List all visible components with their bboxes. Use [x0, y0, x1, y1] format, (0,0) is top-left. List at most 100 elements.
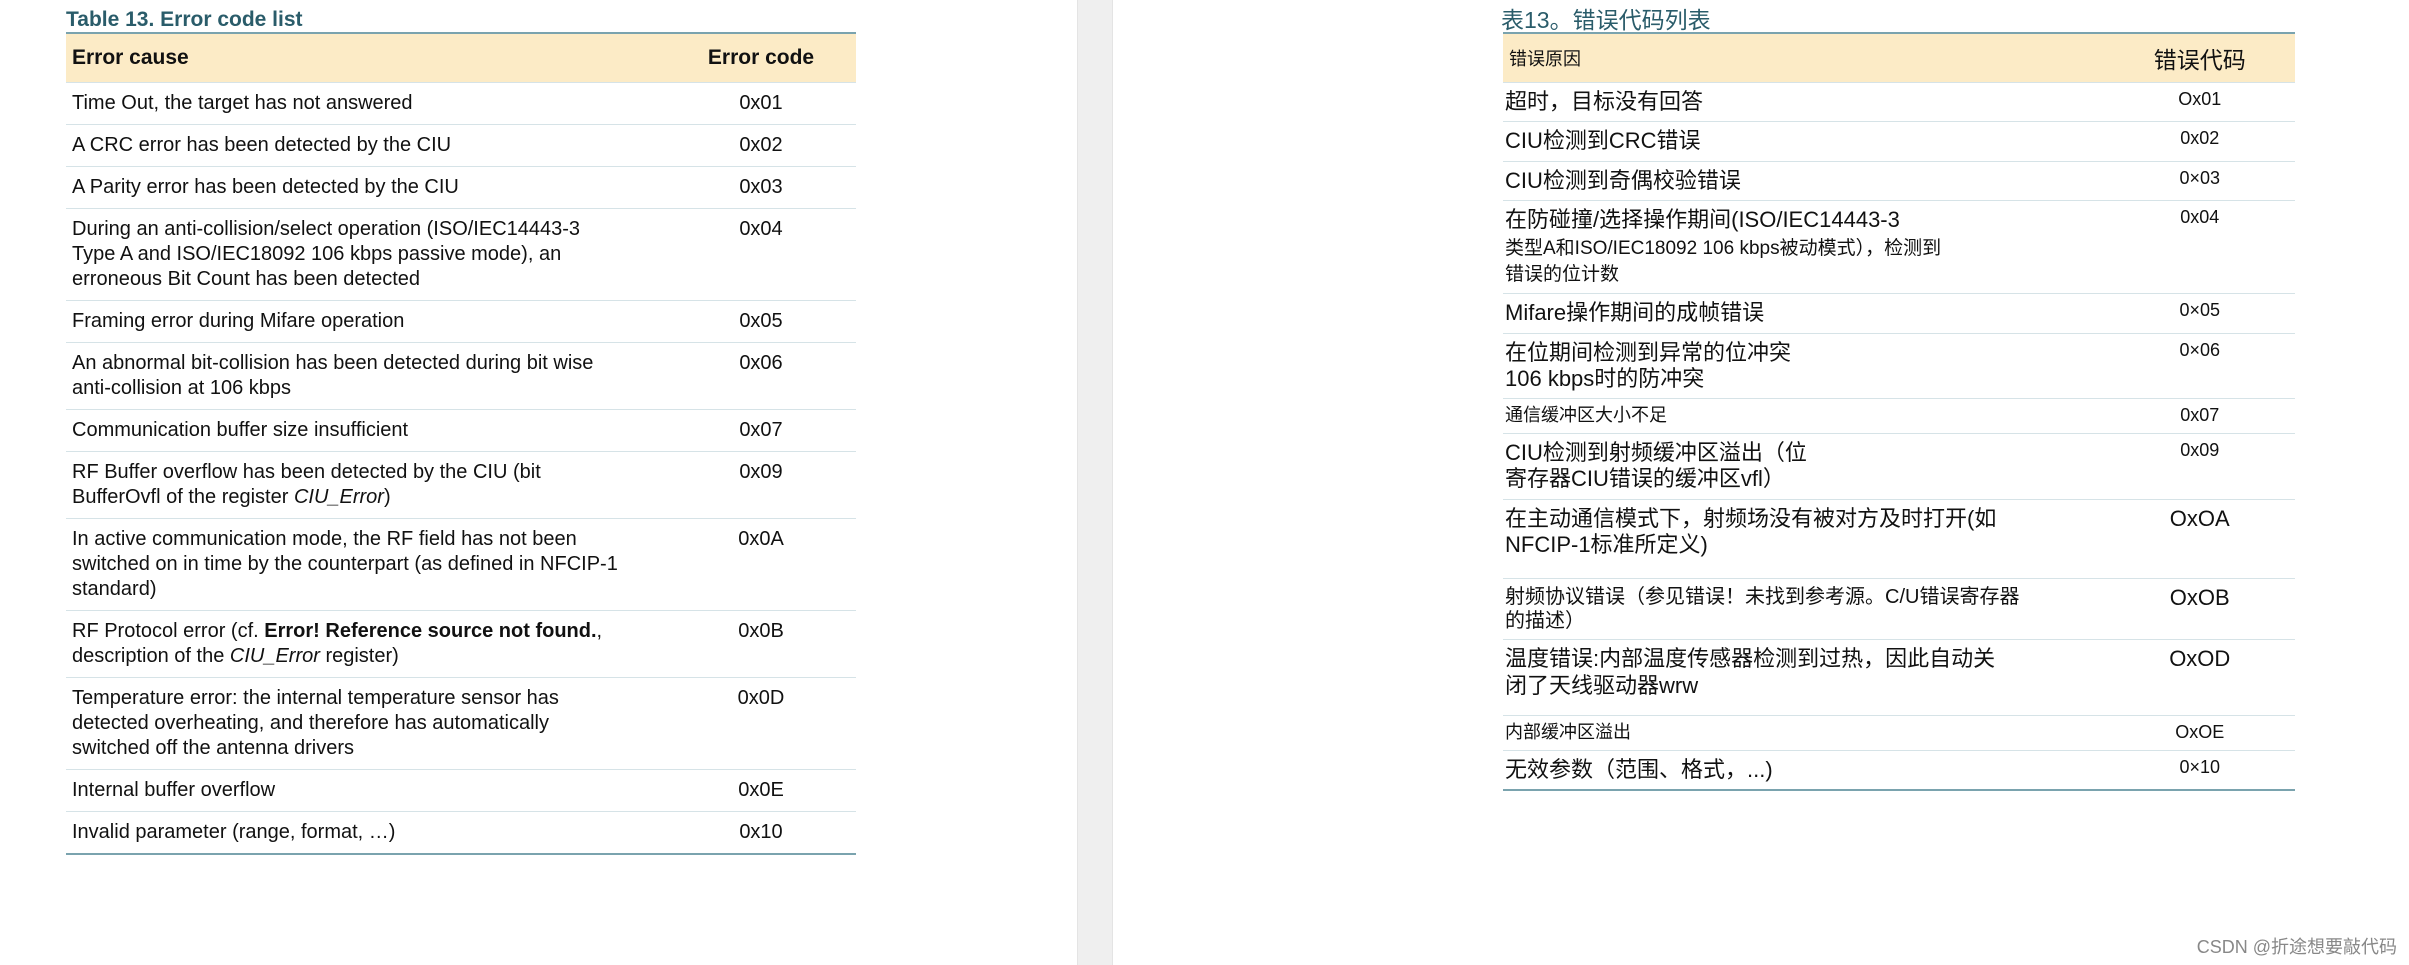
- table-title: Table 13. Error code list: [66, 8, 303, 31]
- cause-text: description of the: [72, 645, 230, 667]
- table-row: 在防碰撞/选择操作期间(ISO/IEC14443-3 类型A和ISO/IEC18…: [1503, 200, 2295, 294]
- error-code-table: 错误原因 错误代码 超时，目标没有回答 Ox01 CIU检测到CRC错误 0x0…: [1503, 32, 2295, 792]
- error-cause: 通信缓冲区大小不足: [1503, 398, 2105, 434]
- table-row: RF Protocol error (cf. Error! Reference …: [66, 610, 856, 678]
- cause-line: switched off the antenna drivers: [72, 737, 355, 759]
- table-row: 温度错误:内部温度传感器检测到过热，因此自动关 闭了天线驱动器wrw OxOD: [1503, 639, 2295, 716]
- cause-line: NFCIP-1标准所定义): [1505, 532, 1708, 558]
- cause-line: 射频协议错误（参见错误！未找到参考源。C/U错误寄存器: [1505, 586, 2020, 609]
- table-header-row: 错误原因 错误代码: [1503, 32, 2295, 83]
- cause-text: RF Buffer overflow has been detected by …: [72, 461, 541, 483]
- cause-line: 在主动通信模式下，射频场没有被对方及时打开(如: [1505, 505, 1997, 531]
- cause-text: ,: [596, 620, 603, 642]
- table-row: Internal buffer overflow 0x0E: [66, 769, 856, 812]
- error-cause: Communication buffer size insufficient: [66, 409, 666, 452]
- error-code: 0×10: [2104, 749, 2295, 792]
- error-code: 0x05: [666, 300, 856, 343]
- header-error-code: 错误代码: [2104, 32, 2295, 83]
- table-row: During an anti-collision/select operatio…: [66, 208, 856, 301]
- cause-line: 类型A和ISO/IEC18092 106 kbps被动模式），检测到: [1505, 237, 1942, 259]
- error-code: 0x0A: [666, 518, 856, 611]
- error-cause: 射频协议错误（参见错误！未找到参考源。C/U错误寄存器 的描述）: [1503, 578, 2105, 640]
- table-row: 内部缓冲区溢出 OxOE: [1503, 715, 2295, 751]
- error-code: 0×03: [2104, 160, 2295, 201]
- error-cause: 在位期间检测到异常的位冲突 106 kbps时的防冲突: [1503, 332, 2105, 399]
- error-code: OxOD: [2104, 639, 2295, 716]
- error-cause: During an anti-collision/select operatio…: [66, 208, 666, 301]
- error-cause: CIU检测到CRC错误: [1503, 121, 2105, 162]
- error-code: 0×06: [2104, 332, 2295, 399]
- error-code: OxOE: [2104, 715, 2295, 751]
- table-row: Time Out, the target has not answered 0x…: [66, 82, 856, 125]
- error-code: 0x0D: [666, 677, 856, 770]
- error-code: 0x04: [666, 208, 856, 301]
- table-row: CIU检测到CRC错误 0x02: [1503, 121, 2295, 162]
- cause-line: During an anti-collision/select operatio…: [72, 218, 581, 240]
- error-cause: 无效参数（范围、格式，...): [1503, 749, 2105, 792]
- cause-line: standard): [72, 578, 157, 600]
- cause-line: erroneous Bit Count has been detected: [72, 268, 421, 290]
- table-header-row: Error cause Error code: [66, 32, 856, 83]
- register-name: CIU_Error: [229, 645, 320, 667]
- error-code: 0x10: [666, 811, 856, 855]
- error-code: OxOB: [2104, 578, 2295, 640]
- cause-line: 错误的位计数: [1505, 264, 1620, 286]
- cause-line: anti-collision at 106 kbps: [72, 377, 292, 399]
- english-error-table-panel: Table 13. Error code list Error cause Er…: [66, 0, 856, 855]
- cause-line: 106 kbps时的防冲突: [1505, 365, 1705, 391]
- cause-line: An abnormal bit-collision has been detec…: [72, 352, 594, 374]
- cause-line: 的描述）: [1505, 610, 1585, 633]
- error-code-table: Error cause Error code Time Out, the tar…: [66, 32, 856, 855]
- error-code: Ox01: [2104, 81, 2295, 122]
- table-row: Mifare操作期间的成帧错误 0×05: [1503, 293, 2295, 334]
- error-cause: A Parity error has been detected by the …: [66, 166, 666, 209]
- table-title: 表13。错误代码列表: [1501, 7, 1711, 33]
- cause-line: 在位期间检测到异常的位冲突: [1505, 339, 1792, 365]
- error-cause: Time Out, the target has not answered: [66, 82, 666, 125]
- error-code: 0x0E: [666, 769, 856, 812]
- error-code: 0x06: [666, 342, 856, 410]
- table-row: Invalid parameter (range, format, …) 0x1…: [66, 811, 856, 855]
- error-cause: Temperature error: the internal temperat…: [66, 677, 666, 770]
- error-code: 0x04: [2104, 200, 2295, 294]
- cause-line: switched on in time by the counterpart (…: [72, 553, 618, 575]
- reference-error-text: Error! Reference source not found.: [264, 620, 597, 642]
- error-cause: RF Buffer overflow has been detected by …: [66, 451, 666, 519]
- table-row: A CRC error has been detected by the CIU…: [66, 124, 856, 167]
- error-cause: In active communication mode, the RF fie…: [66, 518, 666, 611]
- cause-line: detected overheating, and therefore has …: [72, 712, 549, 734]
- table-row: CIU检测到奇偶校验错误 0×03: [1503, 160, 2295, 201]
- error-cause: A CRC error has been detected by the CIU: [66, 124, 666, 167]
- register-name: CIU_Error: [293, 486, 384, 508]
- error-cause: CIU检测到射频缓冲区溢出（位 寄存器CIU错误的缓冲区vfl）: [1503, 432, 2105, 500]
- error-code: 0x03: [666, 166, 856, 209]
- cause-text: BufferOvfl of the register: [72, 486, 294, 508]
- table-row: A Parity error has been detected by the …: [66, 166, 856, 209]
- error-cause: Internal buffer overflow: [66, 769, 666, 812]
- table-row: 射频协议错误（参见错误！未找到参考源。C/U错误寄存器 的描述） OxOB: [1503, 578, 2295, 640]
- cause-text: RF Protocol error (cf.: [72, 620, 265, 642]
- error-code: OxOA: [2104, 498, 2295, 579]
- error-cause: An abnormal bit-collision has been detec…: [66, 342, 666, 410]
- cause-line: In active communication mode, the RF fie…: [72, 528, 577, 550]
- table-row: 超时，目标没有回答 Ox01: [1503, 81, 2295, 122]
- cause-line: 温度错误:内部温度传感器检测到过热，因此自动关: [1505, 646, 1996, 672]
- table-row: 在位期间检测到异常的位冲突 106 kbps时的防冲突 0×06: [1503, 332, 2295, 399]
- error-code: 0x09: [2104, 432, 2295, 500]
- error-cause: Mifare操作期间的成帧错误: [1503, 293, 2105, 334]
- cause-line: CIU检测到射频缓冲区溢出（位: [1505, 439, 1807, 465]
- cause-line: Temperature error: the internal temperat…: [72, 687, 559, 709]
- error-cause: CIU检测到奇偶校验错误: [1503, 160, 2105, 201]
- error-cause: RF Protocol error (cf. Error! Reference …: [66, 610, 666, 678]
- error-code: 0x09: [666, 451, 856, 519]
- error-code: 0x07: [666, 409, 856, 452]
- cause-line: 寄存器CIU错误的缓冲区vfl）: [1505, 466, 1785, 492]
- table-row: 无效参数（范围、格式，...) 0×10: [1503, 749, 2295, 792]
- error-cause: 内部缓冲区溢出: [1503, 715, 2105, 751]
- error-code: 0x02: [666, 124, 856, 167]
- error-cause: 在防碰撞/选择操作期间(ISO/IEC14443-3 类型A和ISO/IEC18…: [1503, 200, 2105, 294]
- table-row: In active communication mode, the RF fie…: [66, 518, 856, 611]
- cause-line: 在防碰撞/选择操作期间(ISO/IEC14443-3: [1505, 207, 1900, 233]
- table-row: CIU检测到射频缓冲区溢出（位 寄存器CIU错误的缓冲区vfl） 0x09: [1503, 432, 2295, 500]
- error-cause: 超时，目标没有回答: [1503, 81, 2105, 122]
